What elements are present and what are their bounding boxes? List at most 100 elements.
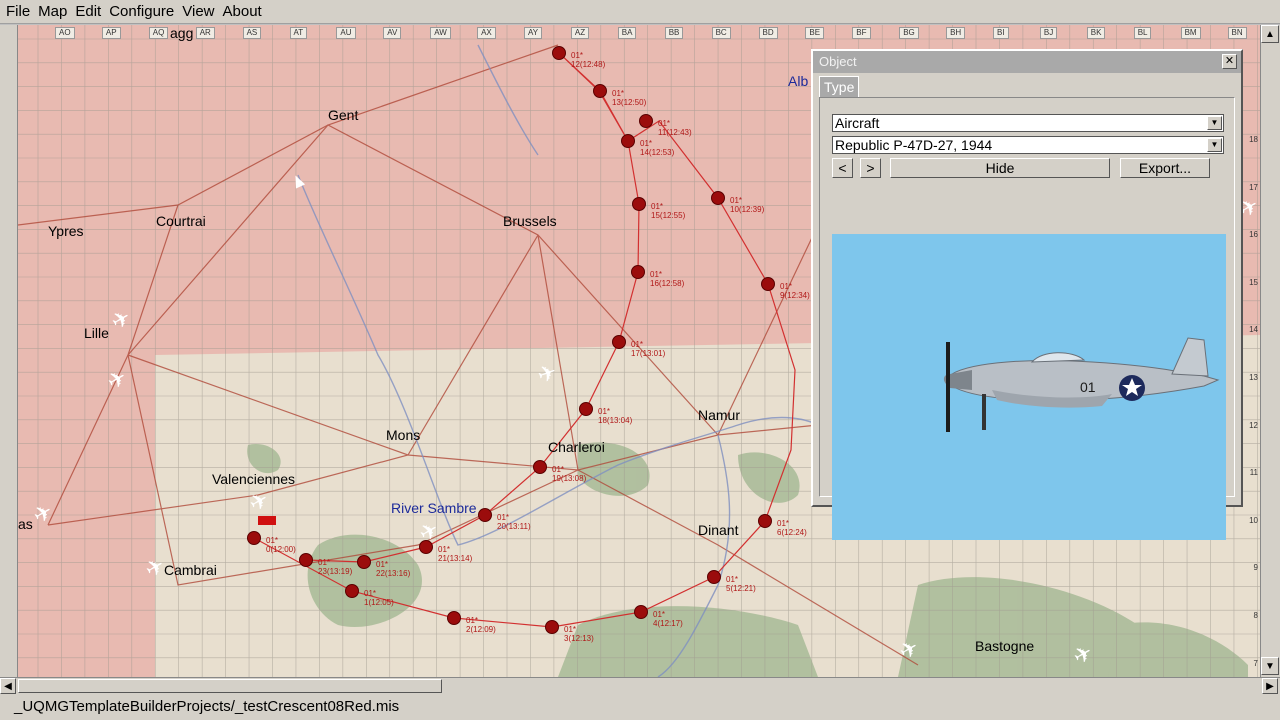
waypoint-marker[interactable] (545, 620, 559, 634)
waypoint-marker[interactable] (621, 134, 635, 148)
waypoint-flight: 01* (571, 51, 584, 60)
waypoint-label: 01* 0(12:00) (266, 536, 296, 554)
waypoint-marker[interactable] (758, 514, 772, 528)
waypoint-marker[interactable] (612, 335, 626, 349)
waypoint-marker[interactable] (447, 611, 461, 625)
waypoint-time: 13(12:50) (612, 98, 647, 107)
export-button[interactable]: Export... (1120, 158, 1210, 178)
grid-row-label: 13 (1249, 373, 1258, 382)
waypoint-marker[interactable] (711, 191, 725, 205)
chevron-down-icon[interactable]: ▼ (1207, 116, 1222, 130)
waypoint-flight: 01* (497, 513, 510, 522)
next-button[interactable]: > (860, 158, 881, 178)
waypoint-flight: 01* (631, 340, 644, 349)
menu-configure[interactable]: Configure (105, 0, 178, 24)
waypoint-label: 01* 6(12:24) (777, 519, 807, 537)
waypoint-marker[interactable] (552, 46, 566, 60)
waypoint-marker[interactable] (357, 555, 371, 569)
menu-edit[interactable]: Edit (71, 0, 105, 24)
menu-about[interactable]: About (219, 0, 266, 24)
grid-column-label: BM (1180, 27, 1201, 39)
model-select[interactable]: Republic P-47D-27, 1944 ▼ (832, 136, 1224, 154)
grid-column-label: AY (524, 27, 543, 39)
tab-type[interactable]: Type (819, 76, 860, 97)
aircraft-preview: 01 (832, 234, 1226, 540)
waypoint-marker[interactable] (639, 114, 653, 128)
waypoint-time: 3(12:13) (564, 634, 594, 643)
waypoint-marker[interactable] (533, 460, 547, 474)
waypoint-marker[interactable] (632, 197, 646, 211)
chevron-left-icon[interactable]: ◀ (0, 678, 16, 694)
waypoint-marker[interactable] (634, 605, 648, 619)
waypoint-flight: 01* (552, 465, 565, 474)
grid-row-label: 16 (1249, 230, 1258, 240)
waypoint-label: 01* 14(12:53) (640, 139, 674, 157)
grid-column-label: AX (477, 27, 496, 39)
map-label-mons: Mons (386, 427, 421, 443)
object-panel: Aircraft ▼ Republic P-47D-27, 1944 ▼ < >… (819, 97, 1235, 540)
waypoint-time: 5(12:21) (726, 584, 756, 593)
waypoint-marker[interactable] (299, 553, 313, 567)
grid-column-label: AW (430, 27, 451, 39)
grid-column-label: AP (101, 27, 121, 39)
chevron-down-icon[interactable]: ▼ (1261, 657, 1279, 675)
hide-button[interactable]: Hide (890, 158, 1110, 178)
menu-file[interactable]: File (2, 0, 34, 24)
waypoint-marker[interactable] (707, 570, 721, 584)
waypoint-time: 10(12:39) (730, 205, 765, 214)
waypoint-marker[interactable] (478, 508, 492, 522)
category-value: Aircraft (835, 115, 880, 131)
waypoint-flight: 01* (598, 407, 611, 416)
waypoint-label: 01* 13(12:50) (612, 89, 646, 107)
object-window-titlebar[interactable]: Object ✕ (813, 51, 1241, 73)
object-window-title: Object (819, 54, 857, 69)
vertical-scrollbar[interactable]: ▲ ▼ (1260, 25, 1280, 677)
waypoint-marker[interactable] (593, 84, 607, 98)
grid-column-label: AT (289, 27, 308, 39)
grid-column-label: AU (336, 27, 356, 39)
waypoint-time: 22(13:16) (376, 569, 411, 578)
waypoint-marker[interactable] (247, 531, 261, 545)
close-icon[interactable]: ✕ (1222, 54, 1237, 69)
menu-view[interactable]: View (178, 0, 218, 24)
grid-column-label: AQ (148, 27, 169, 39)
waypoint-label: 01* 22(13:16) (376, 560, 410, 578)
waypoint-marker[interactable] (631, 265, 645, 279)
map-label-charleroi: Charleroi (548, 439, 605, 455)
grid-column-label: BH (946, 27, 966, 39)
grid-column-label: BE (805, 27, 825, 39)
waypoint-label: 01* 3(12:13) (564, 625, 594, 643)
chevron-right-icon[interactable]: ▶ (1262, 678, 1278, 694)
waypoint-label: 01* 10(12:39) (730, 196, 764, 214)
aircraft-preview-image: 01 (943, 337, 1220, 432)
map-label-as: as (18, 516, 33, 532)
waypoint-time: 1(12:05) (364, 598, 394, 607)
start-flag-icon[interactable] (258, 516, 276, 525)
waypoint-marker[interactable] (345, 584, 359, 598)
prev-button[interactable]: < (832, 158, 853, 178)
map-label-river-sambre: River Sambre (391, 500, 477, 516)
waypoint-label: 01* 23(13:19) (318, 558, 352, 576)
waypoint-label: 01* 1(12:05) (364, 589, 394, 607)
menu-map[interactable]: Map (34, 0, 71, 24)
grid-column-label: AR (195, 27, 215, 39)
chevron-down-icon[interactable]: ▼ (1207, 138, 1222, 152)
waypoint-time: 23(13:19) (318, 567, 353, 576)
waypoint-flight: 01* (612, 89, 625, 98)
chevron-up-icon[interactable]: ▲ (1261, 25, 1279, 43)
waypoint-marker[interactable] (579, 402, 593, 416)
waypoint-time: 11(12:43) (658, 128, 692, 137)
grid-row-label: 12 (1249, 420, 1258, 430)
waypoint-marker[interactable] (761, 277, 775, 291)
category-select[interactable]: Aircraft ▼ (832, 114, 1224, 132)
waypoint-label: 01* 12(12:48) (571, 51, 605, 69)
map-label-ypres: Ypres (48, 223, 84, 239)
horizontal-scroll-thumb[interactable] (18, 679, 442, 693)
grid-column-label: BF (852, 27, 871, 39)
horizontal-scrollbar[interactable]: ◀ ▶ (0, 677, 1280, 694)
aircraft-marking: 01 (1080, 379, 1096, 395)
waypoint-flight: 01* (266, 536, 279, 545)
object-window[interactable]: Object ✕ Type Aircraft ▼ Republic P-47D-… (811, 49, 1243, 540)
grid-column-label: AZ (570, 27, 590, 39)
grid-column-label: BI (993, 27, 1009, 39)
